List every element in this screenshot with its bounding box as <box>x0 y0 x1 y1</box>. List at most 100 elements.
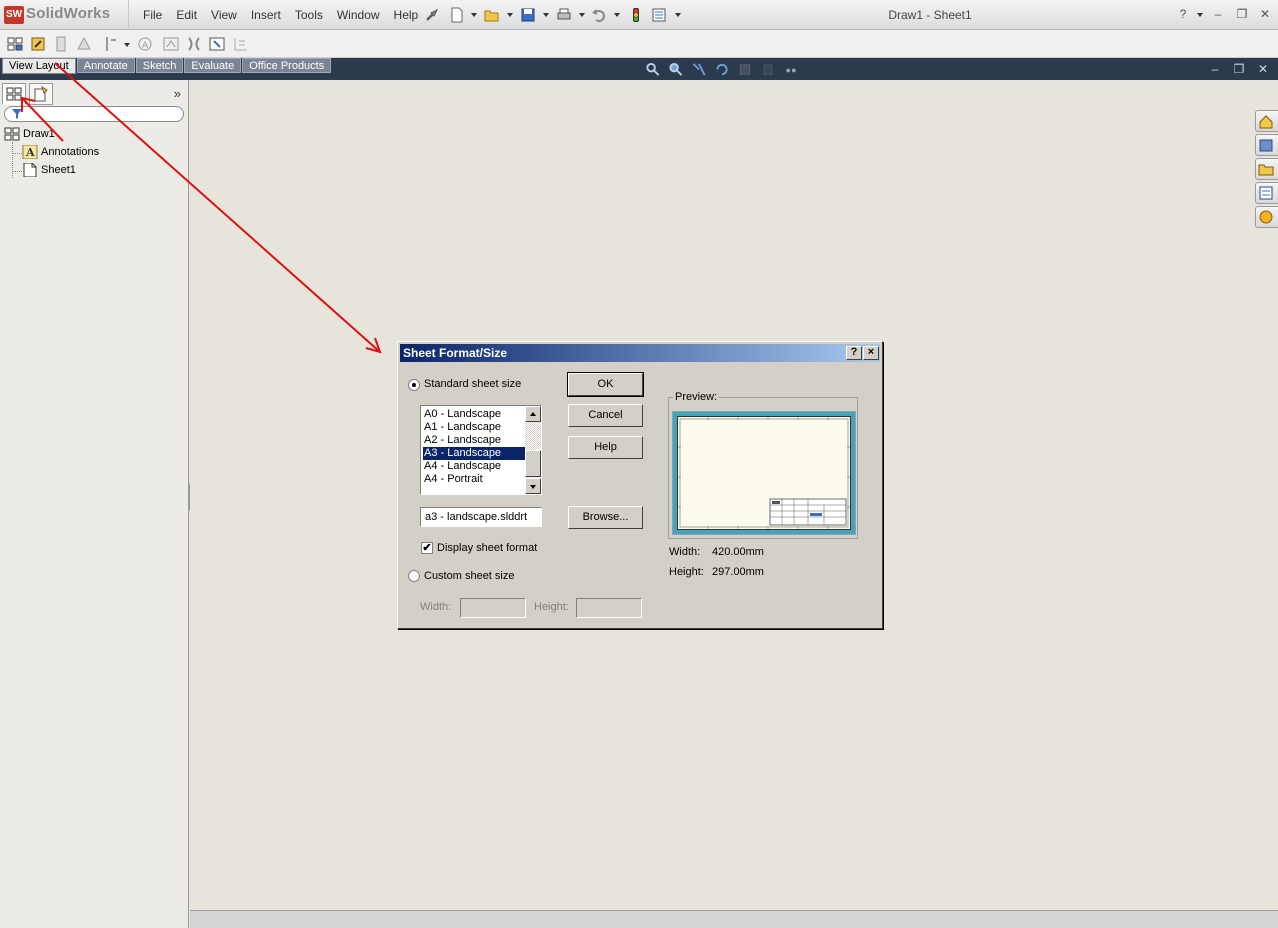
alternate-position-icon[interactable] <box>208 35 226 53</box>
menu-edit[interactable]: Edit <box>169 7 204 23</box>
list-item[interactable]: A2 - Landscape <box>423 434 525 447</box>
view-palette-tab[interactable] <box>1255 182 1278 204</box>
solidworks-resources-tab[interactable] <box>1255 110 1278 132</box>
dialog-close-button[interactable]: × <box>863 346 879 360</box>
redraw-icon[interactable] <box>714 62 730 77</box>
document-title: Draw1 - Sheet1 <box>888 8 972 22</box>
tab-office-products[interactable]: Office Products <box>242 58 332 73</box>
standard-sheet-size-radio[interactable] <box>408 379 420 391</box>
scroll-thumb[interactable] <box>525 450 541 477</box>
tab-annotate[interactable]: Annotate <box>76 58 135 73</box>
model-view-icon[interactable] <box>6 35 24 53</box>
previous-view-icon[interactable] <box>691 62 707 77</box>
display-sheet-format-checkbox[interactable]: ✔ <box>421 542 433 554</box>
help-button[interactable]: Help <box>568 436 643 459</box>
list-item[interactable]: A1 - Landscape <box>423 421 525 434</box>
dialog-help-button[interactable]: ? <box>846 346 862 360</box>
close-window-icon[interactable]: ✕ <box>1257 6 1273 22</box>
design-library-tab[interactable] <box>1255 134 1278 156</box>
new-document-icon[interactable] <box>449 7 465 23</box>
menu-view[interactable]: View <box>204 7 244 23</box>
graphics-window-controls: – ❐ ✕ <box>1198 62 1270 76</box>
task-pane-tabs <box>1255 110 1278 230</box>
view-settings-icon[interactable] <box>783 62 799 77</box>
tab-view-layout[interactable]: View Layout <box>2 58 76 74</box>
heads-up-view-toolbar <box>645 62 806 77</box>
drawing-icon <box>4 127 20 141</box>
restore-icon[interactable]: ❐ <box>1234 6 1250 22</box>
tree-item-annotations[interactable]: A Annotations <box>22 144 99 160</box>
appearances-icon <box>1259 210 1273 224</box>
expand-panel-icon[interactable]: » <box>174 86 181 101</box>
list-item[interactable]: A0 - Landscape <box>423 408 525 421</box>
preview-frame <box>672 411 856 535</box>
crop-view-icon[interactable] <box>185 35 203 53</box>
tree-item-sheet1[interactable]: Sheet1 <box>22 162 76 178</box>
scroll-up-button[interactable] <box>525 406 541 422</box>
zoom-to-area-icon[interactable] <box>668 62 684 77</box>
tree-item-label: Sheet1 <box>41 164 76 176</box>
undo-icon[interactable] <box>591 7 607 23</box>
print-icon[interactable] <box>556 7 572 23</box>
list-item[interactable]: A4 - Portrait <box>423 473 525 486</box>
list-item[interactable]: A4 - Landscape <box>423 460 525 473</box>
detail-dropdown-arrow[interactable] <box>124 43 130 47</box>
options-icon[interactable] <box>651 7 667 23</box>
height-value: 297.00mm <box>712 566 764 578</box>
menu-separator <box>128 0 129 30</box>
feature-manager-tab[interactable] <box>2 83 26 105</box>
graphics-minimize-icon[interactable]: – <box>1208 62 1222 76</box>
options-dropdown-arrow[interactable] <box>675 13 681 17</box>
menu-help[interactable]: Help <box>387 7 426 23</box>
annotations-icon: A <box>22 145 38 159</box>
projected-view-icon[interactable] <box>29 35 47 53</box>
undo-dropdown-arrow[interactable] <box>614 13 620 17</box>
graphics-restore-icon[interactable]: ❐ <box>1232 62 1246 76</box>
help-icon[interactable]: ? <box>1175 6 1191 22</box>
open-dropdown-arrow[interactable] <box>507 13 513 17</box>
zoom-to-fit-icon[interactable] <box>645 62 661 77</box>
dialog-title-bar[interactable]: Sheet Format/Size ? × <box>400 344 880 362</box>
menu-insert[interactable]: Insert <box>244 7 288 23</box>
ok-button[interactable]: OK <box>567 372 644 397</box>
broken-out-section-icon[interactable]: A <box>136 35 154 53</box>
list-scrollbar[interactable] <box>525 406 541 494</box>
pin-icon[interactable] <box>423 7 439 23</box>
display-style-icon[interactable] <box>760 62 776 77</box>
scroll-down-button[interactable] <box>525 478 541 494</box>
graphics-close-icon[interactable]: ✕ <box>1256 62 1270 76</box>
minimize-icon[interactable]: – <box>1210 6 1226 22</box>
section-view-icon[interactable] <box>75 35 93 53</box>
horizontal-break-icon[interactable] <box>232 35 250 53</box>
cancel-button[interactable]: Cancel <box>568 404 643 427</box>
menu-file[interactable]: File <box>136 7 169 23</box>
feature-filter-field[interactable] <box>4 106 184 122</box>
browse-button[interactable]: Browse... <box>568 506 643 529</box>
appearances-tab[interactable] <box>1255 206 1278 228</box>
tab-evaluate[interactable]: Evaluate <box>184 58 242 73</box>
help-dropdown-arrow[interactable] <box>1197 13 1203 17</box>
sheet-size-list[interactable]: A0 - Landscape A1 - Landscape A2 - Lands… <box>420 405 542 495</box>
list-item-selected[interactable]: A3 - Landscape <box>422 446 526 461</box>
sheet-format-file-field[interactable]: a3 - landscape.slddrt <box>420 507 542 527</box>
save-dropdown-arrow[interactable] <box>543 13 549 17</box>
print-dropdown-arrow[interactable] <box>579 13 585 17</box>
menu-window[interactable]: Window <box>330 7 387 23</box>
open-folder-icon[interactable] <box>484 7 500 23</box>
rebuild-icon[interactable] <box>628 7 644 23</box>
break-icon[interactable] <box>162 35 180 53</box>
new-dropdown-arrow[interactable] <box>471 13 477 17</box>
save-icon[interactable] <box>520 7 536 23</box>
auxiliary-view-icon[interactable] <box>52 35 70 53</box>
filter-icon <box>12 109 22 119</box>
detail-view-icon[interactable] <box>102 35 120 53</box>
custom-height-field <box>576 598 642 618</box>
menu-tools[interactable]: Tools <box>288 7 330 23</box>
custom-sheet-size-radio[interactable] <box>408 570 420 582</box>
property-manager-tab[interactable] <box>29 83 53 105</box>
tree-item-draw1[interactable]: Draw1 <box>4 126 55 142</box>
file-explorer-tab[interactable] <box>1255 158 1278 180</box>
hide-show-icon[interactable] <box>737 62 753 77</box>
tab-sketch[interactable]: Sketch <box>135 58 184 73</box>
solidworks-logo[interactable]: SW SolidWorks <box>4 5 124 25</box>
